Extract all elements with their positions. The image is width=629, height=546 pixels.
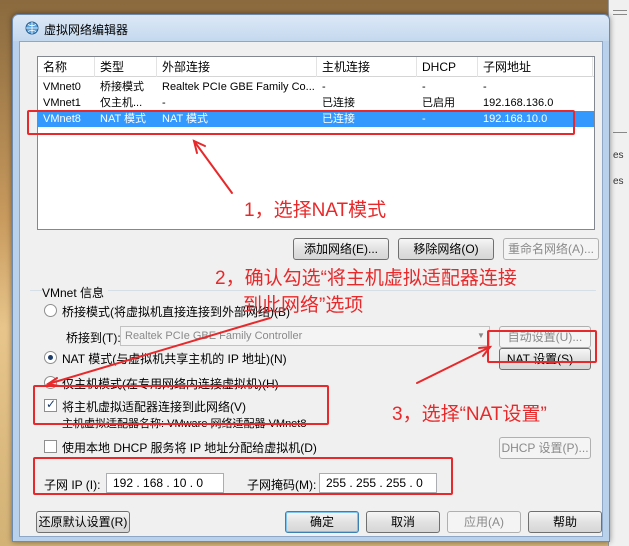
- background-text: es: [613, 150, 624, 161]
- table-row[interactable]: VMnet1 仅主机... - 已连接 已启用 192.168.136.0: [38, 95, 594, 111]
- column-header-host[interactable]: 主机连接: [317, 57, 417, 77]
- annotation-box-connect-adapter: [33, 385, 329, 425]
- column-header-subnet[interactable]: 子网地址: [478, 57, 593, 77]
- ok-button[interactable]: 确定: [285, 511, 359, 533]
- row-external: -: [162, 97, 166, 109]
- apply-button[interactable]: 应用(A): [447, 511, 521, 533]
- bridge-to-select[interactable]: Realtek PCIe GBE Family Controller ▼: [120, 326, 490, 346]
- window-title: 虚拟网络编辑器: [44, 23, 129, 37]
- row-dhcp: 已启用: [422, 97, 455, 109]
- table-row[interactable]: VMnet0 桥接模式 Realtek PCIe GBE Family Co..…: [38, 79, 594, 95]
- row-host: -: [322, 81, 326, 93]
- column-header-name[interactable]: 名称: [38, 57, 95, 77]
- annotation-box-nat-settings: [487, 330, 597, 363]
- row-type: 仅主机...: [100, 97, 143, 109]
- help-button[interactable]: 帮助: [528, 511, 602, 533]
- dhcp-settings-button[interactable]: DHCP 设置(P)...: [499, 437, 591, 459]
- background-text: es: [613, 176, 624, 187]
- row-dhcp: -: [422, 81, 426, 93]
- annotation-step-2-line1: 2，确认勾选“将主机虚拟适配器连接: [215, 268, 517, 289]
- network-globe-icon: [25, 21, 39, 35]
- bridge-to-value: Realtek PCIe GBE Family Controller: [125, 330, 303, 342]
- dhcp-label[interactable]: 使用本地 DHCP 服务将 IP 地址分配给虚拟机(D): [62, 439, 317, 456]
- background-window-edge: es es: [608, 0, 629, 546]
- add-network-button[interactable]: 添加网络(E)...: [293, 238, 389, 260]
- row-name: VMnet1: [43, 97, 81, 109]
- bridge-to-label: 桥接到(T):: [66, 331, 121, 345]
- vmnet-info-title: VMnet 信息: [42, 284, 109, 301]
- list-header: 名称 类型 外部连接 主机连接 DHCP 子网地址: [38, 57, 594, 77]
- column-header-type[interactable]: 类型: [95, 57, 157, 77]
- row-type: 桥接模式: [100, 81, 144, 93]
- row-subnet: -: [483, 81, 487, 93]
- cancel-button[interactable]: 取消: [366, 511, 440, 533]
- row-external: Realtek PCIe GBE Family Co...: [162, 81, 315, 93]
- restore-defaults-button[interactable]: 还原默认设置(R): [36, 511, 130, 533]
- row-host: 已连接: [322, 97, 355, 109]
- row-subnet: 192.168.136.0: [483, 97, 554, 109]
- dhcp-checkbox[interactable]: [44, 440, 57, 453]
- annotation-step-2-line2: 到此网络”选项: [243, 295, 364, 316]
- rename-network-button[interactable]: 重命名网络(A)...: [503, 238, 599, 260]
- group-divider: [30, 290, 596, 291]
- column-header-dhcp[interactable]: DHCP: [417, 57, 478, 77]
- annotation-step-3: 3，选择“NAT设置”: [392, 404, 547, 425]
- title-bar[interactable]: 虚拟网络编辑器: [13, 15, 609, 41]
- row-name: VMnet0: [43, 81, 81, 93]
- nat-mode-radio[interactable]: [44, 351, 57, 364]
- annotation-box-subnet: [33, 457, 453, 495]
- annotation-box-vmnet8: [27, 110, 575, 135]
- annotation-step-1: 1，选择NAT模式: [244, 200, 387, 221]
- nat-mode-label[interactable]: NAT 模式(与虚拟机共享主机的 IP 地址)(N): [62, 350, 287, 367]
- bridge-mode-radio[interactable]: [44, 304, 57, 317]
- remove-network-button[interactable]: 移除网络(O): [398, 238, 494, 260]
- column-header-external[interactable]: 外部连接: [157, 57, 317, 77]
